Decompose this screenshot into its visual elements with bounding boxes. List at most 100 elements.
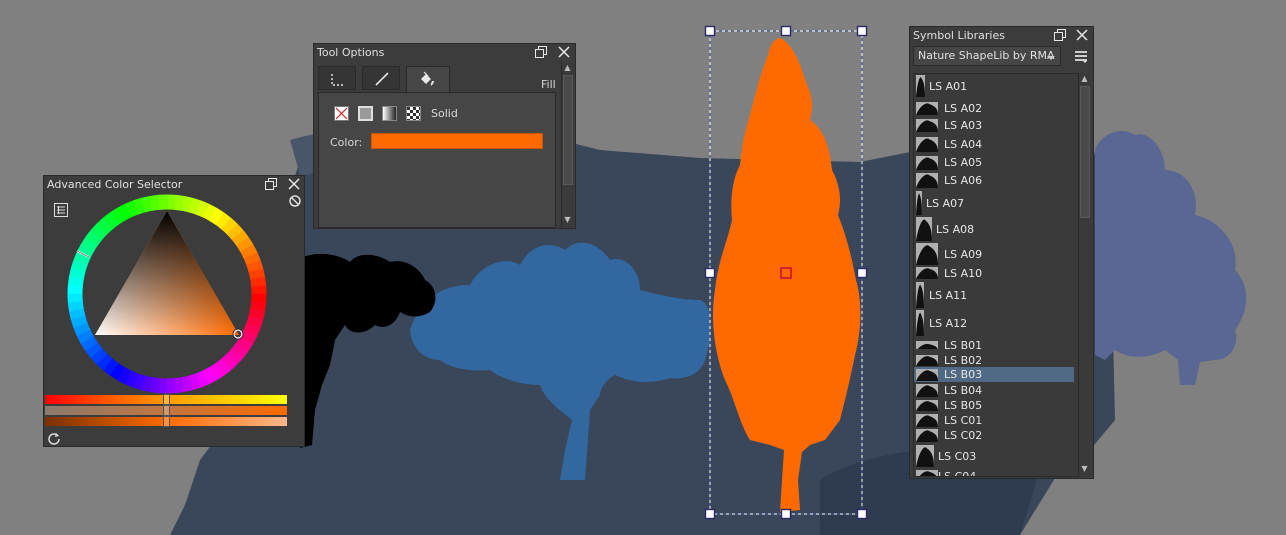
scroll-up-arrow[interactable]: ▲ [1079, 73, 1090, 85]
fill-color-swatch[interactable] [371, 133, 543, 149]
symbol-thumbnail [916, 414, 938, 427]
handle-top-center [780, 25, 792, 37]
symbol-label: LS A02 [944, 102, 983, 115]
symbol-list-item[interactable]: LS A10 [914, 266, 1074, 280]
solid-fill-button[interactable] [358, 106, 373, 121]
scroll-thumb[interactable] [563, 75, 573, 185]
symbol-label: LS C02 [944, 429, 983, 442]
symbol-label: LS A11 [929, 289, 968, 302]
symbol-libraries-title: Symbol Libraries [913, 29, 1005, 42]
advanced-color-selector-panel: Advanced Color Selector [43, 175, 305, 447]
hamburger-menu-icon[interactable] [1074, 49, 1088, 63]
fill-section-label: Fill [541, 78, 556, 91]
symbol-label: LS B04 [944, 384, 983, 397]
saturation-slider-handle[interactable] [163, 405, 170, 416]
symbol-list-item[interactable]: LS A02 [914, 100, 1074, 116]
tool-options-title: Tool Options [317, 46, 385, 59]
symbol-list-item[interactable]: LS A01 [914, 74, 1074, 98]
symbol-label: LS A09 [944, 248, 983, 261]
scroll-down-arrow[interactable]: ▼ [562, 214, 573, 226]
symbol-thumbnail [916, 282, 924, 308]
symbol-list-item[interactable]: LS C04 [914, 469, 1074, 477]
symbol-list-item[interactable]: LS A05 [914, 154, 1074, 171]
tool-options-titlebar[interactable]: Tool Options [314, 44, 575, 62]
tab-fill[interactable] [406, 66, 450, 93]
symbol-list-item[interactable]: LS A07 [914, 190, 1074, 216]
float-panel-icon[interactable] [1053, 28, 1067, 42]
symbol-list-item[interactable]: LS A04 [914, 135, 1074, 153]
symbol-list-item[interactable]: LS B01 [914, 338, 1074, 352]
fill-options: Solid Color: [318, 92, 556, 228]
symbol-list[interactable]: LS A01 LS A02 LS A03 LS A04 LS A05 LS A06 LS A… [913, 73, 1080, 477]
float-panel-icon[interactable] [264, 177, 278, 191]
symbol-label: LS A04 [944, 138, 983, 151]
rectangle-select-icon [331, 74, 344, 86]
symbol-label: LS A06 [944, 174, 983, 187]
symbol-list-item[interactable]: LS B03 [914, 367, 1074, 382]
close-icon[interactable] [1075, 28, 1089, 42]
faded-tree[interactable] [1095, 130, 1247, 385]
symbol-thumbnail [916, 310, 924, 336]
symbol-thumbnail [916, 173, 938, 188]
chevron-down-icon[interactable] [1046, 52, 1056, 60]
scroll-thumb[interactable] [1080, 86, 1090, 218]
symbol-label: LS A07 [926, 197, 965, 210]
scroll-down-arrow[interactable]: ▼ [1079, 463, 1090, 475]
hue-slider[interactable] [45, 394, 287, 405]
symbol-label: LS C04 [938, 470, 977, 477]
symbol-label: LS C03 [938, 450, 977, 463]
symbol-list-item[interactable]: LS A06 [914, 171, 1074, 189]
close-icon[interactable] [557, 45, 571, 59]
symbol-thumbnail [916, 369, 938, 381]
close-icon[interactable] [287, 177, 301, 191]
pattern-fill-button[interactable] [406, 106, 421, 121]
symbol-list-item[interactable]: LS C01 [914, 413, 1074, 428]
tool-tabs [318, 66, 558, 93]
symbol-thumbnail [916, 102, 938, 115]
symbol-libraries-titlebar[interactable]: Symbol Libraries [910, 27, 1093, 45]
float-panel-icon[interactable] [534, 45, 548, 59]
value-slider-handle[interactable] [163, 416, 170, 427]
scroll-up-arrow[interactable]: ▲ [562, 62, 573, 74]
tab-line[interactable] [362, 66, 400, 90]
symbol-list-item[interactable]: LS A09 [914, 242, 1074, 266]
symbol-list-scrollbar[interactable]: ▲ ▼ [1078, 73, 1091, 477]
symbol-thumbnail [916, 470, 938, 476]
value-slider[interactable] [45, 416, 287, 427]
symbol-thumbnail [916, 267, 938, 279]
symbol-label: LS C01 [944, 414, 983, 427]
no-fill-button[interactable] [334, 106, 349, 121]
symbol-thumbnail [916, 341, 938, 349]
symbol-thumbnail [916, 445, 934, 467]
tool-options-scrollbar[interactable]: ▲ ▼ [561, 62, 574, 228]
handle-bottom-left [704, 508, 716, 520]
symbol-list-item[interactable]: LS A03 [914, 117, 1074, 134]
hue-slider-handle[interactable] [163, 394, 170, 405]
symbol-libraries-panel: Symbol Libraries Nature ShapeLib by RMA … [909, 26, 1094, 479]
symbol-list-item[interactable]: LS B04 [914, 383, 1074, 397]
symbol-list-item[interactable]: LS A12 [914, 309, 1074, 337]
symbol-label: LS B01 [944, 339, 983, 352]
symbol-thumbnail [916, 156, 938, 170]
symbol-list-item[interactable]: LS B02 [914, 353, 1074, 367]
tool-options-panel: Tool Options Fill Solid Color: ▲ ▼ [313, 43, 576, 229]
symbol-thumbnail [916, 217, 932, 241]
symbol-list-item[interactable]: LS C02 [914, 428, 1074, 443]
symbol-label: LS A12 [929, 317, 968, 330]
library-dropdown[interactable]: Nature ShapeLib by RMA [913, 46, 1061, 66]
color-label: Color: [330, 136, 363, 149]
color-wheel[interactable] [67, 194, 267, 394]
saturation-slider[interactable] [45, 405, 287, 416]
symbol-list-item[interactable]: LS C03 [914, 444, 1074, 468]
color-selector-titlebar[interactable]: Advanced Color Selector [44, 176, 304, 194]
refresh-icon[interactable] [47, 431, 61, 445]
symbol-list-item[interactable]: LS A11 [914, 281, 1074, 309]
gradient-fill-button[interactable] [382, 106, 397, 121]
symbol-thumbnail [916, 119, 938, 132]
tab-rectangle-select[interactable] [318, 66, 356, 90]
no-color-icon[interactable] [288, 194, 302, 208]
handle-top-right [856, 25, 868, 37]
symbol-list-item[interactable]: LS B05 [914, 398, 1074, 413]
symbol-list-item[interactable]: LS A08 [914, 216, 1074, 242]
fill-bucket-icon [421, 71, 434, 86]
